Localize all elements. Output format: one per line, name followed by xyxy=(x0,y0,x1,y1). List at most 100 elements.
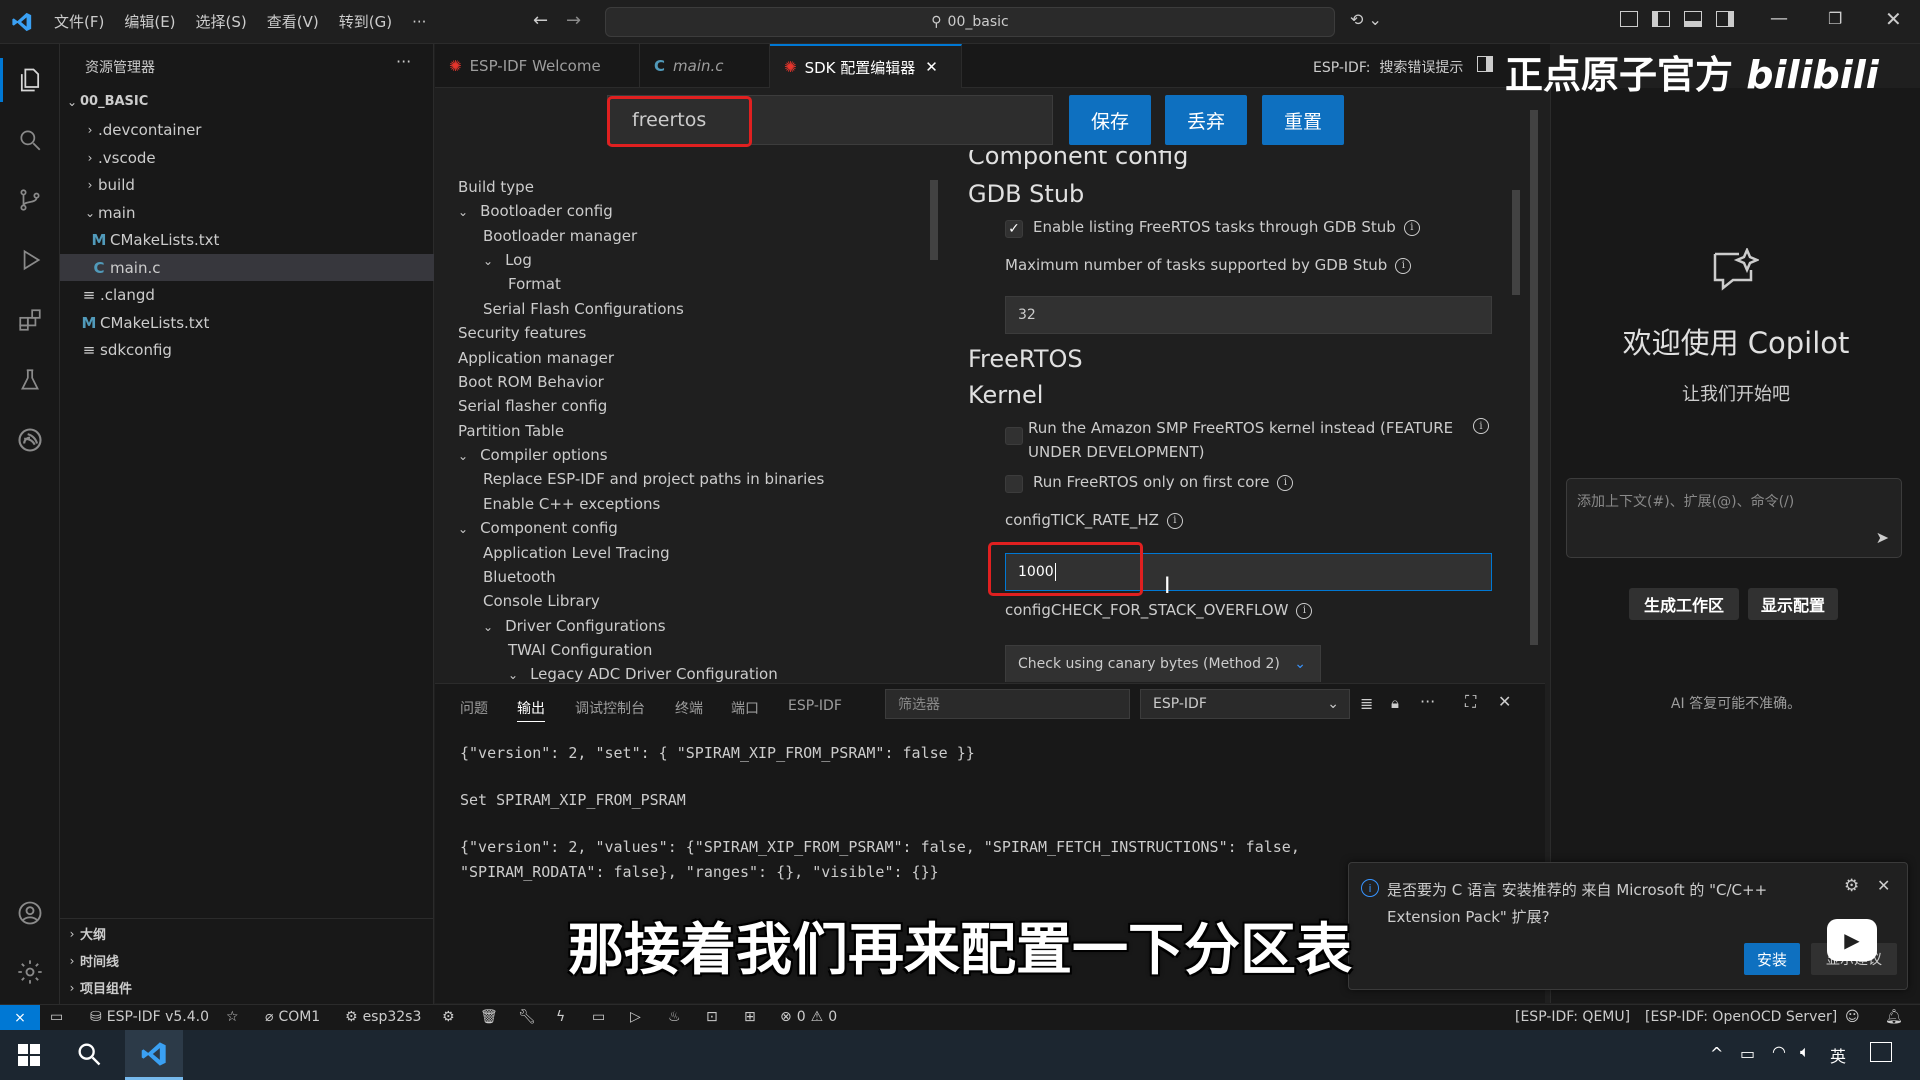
more-actions-icon[interactable]: ··· xyxy=(1420,692,1435,711)
nav-item[interactable]: Application manager xyxy=(458,349,614,367)
monitor-icon[interactable]: ▭ xyxy=(592,1009,605,1025)
panel-tab-output[interactable]: 输出 xyxy=(517,698,545,722)
editor-scrollbar[interactable] xyxy=(1530,110,1538,645)
copilot-input[interactable]: 添加上下文(#)、扩展(@)、命令(/) ➤ xyxy=(1566,478,1902,558)
testing-icon[interactable] xyxy=(14,364,46,396)
section-timeline[interactable]: › 时间线 xyxy=(60,947,434,974)
panel-tab-ports[interactable]: 端口 xyxy=(731,698,759,718)
nav-scrollbar[interactable] xyxy=(930,180,938,260)
nav-item[interactable]: ⌄ Component config xyxy=(458,519,618,537)
tree-item-build[interactable]: › build xyxy=(60,171,434,198)
nav-item[interactable]: ⌄ Compiler options xyxy=(458,446,608,464)
menu-view[interactable]: 查看(V) xyxy=(257,11,329,32)
tree-item-vscode[interactable]: › .vscode xyxy=(60,144,434,171)
search-view-icon[interactable] xyxy=(14,124,46,156)
ime-indicator[interactable]: 英 xyxy=(1830,1043,1846,1067)
info-icon[interactable]: i xyxy=(1166,512,1183,529)
tree-item-cmakelists[interactable]: M CMakeLists.txt xyxy=(60,309,434,336)
taskbar-vscode-icon[interactable] xyxy=(125,1030,183,1080)
menu-go[interactable]: 转到(G) xyxy=(329,11,402,32)
gdb-max-input[interactable]: 32 xyxy=(1005,296,1492,334)
nav-item[interactable]: Boot ROM Behavior xyxy=(458,373,604,391)
extensions-icon[interactable] xyxy=(14,304,46,336)
menu-edit[interactable]: 编辑(E) xyxy=(114,11,185,32)
esp-idf-icon[interactable] xyxy=(14,424,46,456)
generate-workspace-button[interactable]: 生成工作区 xyxy=(1629,588,1739,620)
discard-button[interactable]: 丢弃 xyxy=(1165,95,1247,145)
nav-item[interactable]: Serial Flash Configurations xyxy=(483,300,684,318)
nav-item[interactable]: Build type xyxy=(458,178,534,196)
lock-icon[interactable]: 🔒︎ xyxy=(1391,694,1399,712)
info-icon[interactable]: i xyxy=(1403,219,1420,236)
command-center-search[interactable]: ⚲ 00_basic xyxy=(605,7,1335,37)
panel-tab-terminal[interactable]: 终端 xyxy=(675,698,703,718)
build-icon[interactable]: 🔧︎ xyxy=(518,1009,536,1025)
info-icon[interactable]: i xyxy=(1395,257,1412,274)
menu-more[interactable]: ··· xyxy=(402,13,436,31)
forward-arrow-icon[interactable]: → xyxy=(566,10,581,31)
install-button[interactable]: 安装 xyxy=(1744,943,1800,975)
first-core-checkbox[interactable] xyxy=(1005,475,1023,493)
minimize-icon[interactable]: — xyxy=(1770,8,1788,29)
section-outline[interactable]: › 大纲 xyxy=(60,920,434,947)
explorer-more-icon[interactable]: ··· xyxy=(396,52,411,71)
section-project-components[interactable]: › 项目组件 xyxy=(60,974,434,1001)
panel-tab-debug-console[interactable]: 调试控制台 xyxy=(575,698,645,718)
maximize-panel-icon[interactable]: ⛶ xyxy=(1465,692,1476,712)
nav-item[interactable]: Replace ESP-IDF and project paths in bin… xyxy=(483,470,824,488)
nav-item[interactable]: Security features xyxy=(458,324,586,342)
nav-item[interactable]: Console Library xyxy=(483,592,600,610)
windows-start-icon[interactable] xyxy=(18,1044,40,1066)
explorer-icon[interactable] xyxy=(14,64,46,96)
terminal-icon[interactable]: ⊡ xyxy=(706,1009,718,1025)
tree-item-clangd[interactable]: ≡ .clangd xyxy=(60,281,434,308)
run-debug-icon[interactable] xyxy=(14,244,46,276)
close-icon[interactable]: ✕ xyxy=(925,58,938,76)
nav-item[interactable]: ⌄ Bootloader config xyxy=(458,202,613,220)
reset-button[interactable]: 重置 xyxy=(1262,95,1344,145)
tab-sdk-config-editor[interactable]: ✺ SDK 配置编辑器 ✕ xyxy=(770,44,962,88)
info-icon[interactable]: i xyxy=(1473,418,1489,434)
smp-checkbox[interactable] xyxy=(1005,427,1023,445)
flash-icon[interactable]: ϟ xyxy=(556,1009,565,1025)
nav-item[interactable]: Serial flasher config xyxy=(458,397,607,415)
info-icon[interactable]: i xyxy=(1296,602,1313,619)
notification-center-icon[interactable] xyxy=(1870,1042,1892,1062)
fire-icon[interactable]: ♨ xyxy=(668,1009,681,1025)
sdk-config-icon[interactable]: ⚙ xyxy=(442,1009,455,1025)
nav-item[interactable]: ⌄ Legacy ADC Driver Configuration xyxy=(508,665,778,683)
nav-item[interactable]: Bluetooth xyxy=(483,568,556,586)
battery-icon[interactable]: ▭ xyxy=(1740,1044,1755,1063)
back-arrow-icon[interactable]: ← xyxy=(533,10,548,31)
trash-icon[interactable]: 🗑︎ xyxy=(480,1009,498,1025)
esp-idf-search-errors[interactable]: ESP-IDF: 搜索错误提示 xyxy=(1313,57,1463,77)
info-icon[interactable]: i xyxy=(1277,474,1294,491)
split-editor-icon[interactable] xyxy=(1477,56,1493,72)
restore-icon[interactable]: ❐ xyxy=(1828,9,1842,28)
source-control-icon[interactable] xyxy=(14,184,46,216)
show-config-button[interactable]: 显示配置 xyxy=(1748,588,1838,620)
problems-item[interactable]: ⊗ 0 ⚠ 0 xyxy=(780,1009,837,1025)
tree-item-devcontainer[interactable]: › .devcontainer xyxy=(60,116,434,143)
stack-overflow-select[interactable]: Check using canary bytes (Method 2) ⌄ xyxy=(1005,645,1321,682)
tree-item-main-cmakelists[interactable]: M CMakeLists.txt xyxy=(60,226,434,253)
output-channel-select[interactable]: ESP-IDF ⌄ xyxy=(1140,689,1350,719)
star-icon[interactable]: ☆ xyxy=(226,1009,239,1025)
nav-item[interactable]: Enable C++ exceptions xyxy=(483,495,660,513)
send-icon[interactable]: ➤ xyxy=(1876,528,1889,547)
folder-icon[interactable]: ▭ xyxy=(50,1009,63,1025)
menu-selection[interactable]: 选择(S) xyxy=(186,11,257,32)
toggle-secondary-sidebar-icon[interactable] xyxy=(1716,11,1734,27)
gear-icon[interactable]: ⚙ xyxy=(1844,876,1859,896)
close-panel-icon[interactable]: ✕ xyxy=(1498,692,1511,711)
tree-item-main-c[interactable]: Cmain.c xyxy=(60,254,434,281)
tree-item-main[interactable]: ⌄ main xyxy=(60,199,434,226)
content-scrollbar[interactable] xyxy=(1512,190,1520,295)
gdb-enable-checkbox[interactable]: ✓ xyxy=(1005,220,1023,238)
target-item[interactable]: ⚙ esp32s3 xyxy=(345,1009,421,1025)
tab-esp-idf-welcome[interactable]: ✺ ESP-IDF Welcome xyxy=(435,44,640,88)
gear-icon[interactable] xyxy=(14,956,46,988)
panel-tab-problems[interactable]: 问题 xyxy=(460,698,488,718)
tree-item-sdkconfig[interactable]: ≡ sdkconfig xyxy=(60,336,434,363)
toggle-panel-icon[interactable] xyxy=(1684,11,1702,27)
